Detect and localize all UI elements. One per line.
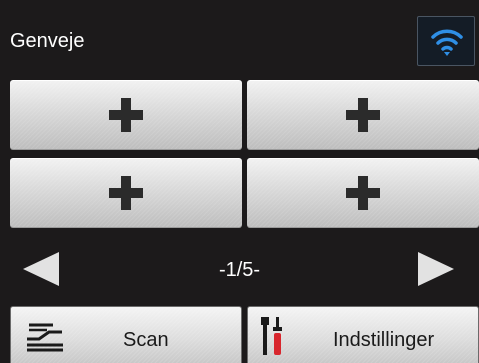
scan-label: Scan	[123, 329, 169, 351]
plus-icon	[106, 173, 146, 213]
plus-icon	[106, 95, 146, 135]
wifi-button[interactable]	[417, 16, 475, 66]
shortcut-tile-4[interactable]	[247, 158, 479, 228]
shortcut-tile-2[interactable]	[247, 80, 479, 150]
shortcut-tile-1[interactable]	[10, 80, 242, 150]
settings-button[interactable]: Indstillinger	[247, 306, 479, 363]
plus-icon	[343, 95, 383, 135]
scan-icon	[27, 323, 63, 352]
settings-label: Indstillinger	[333, 329, 435, 351]
scan-button[interactable]: Scan	[10, 306, 242, 363]
screen: Genveje -1/5- Scan Indstillinger	[0, 0, 479, 363]
page-indicator: -1/5-	[218, 259, 261, 281]
arrow-right-icon[interactable]	[418, 252, 454, 286]
page-title: Genveje	[10, 30, 85, 52]
tools-icon	[261, 317, 282, 355]
plus-icon	[343, 173, 383, 213]
shortcut-tile-3[interactable]	[10, 158, 242, 228]
wifi-icon	[431, 29, 463, 56]
